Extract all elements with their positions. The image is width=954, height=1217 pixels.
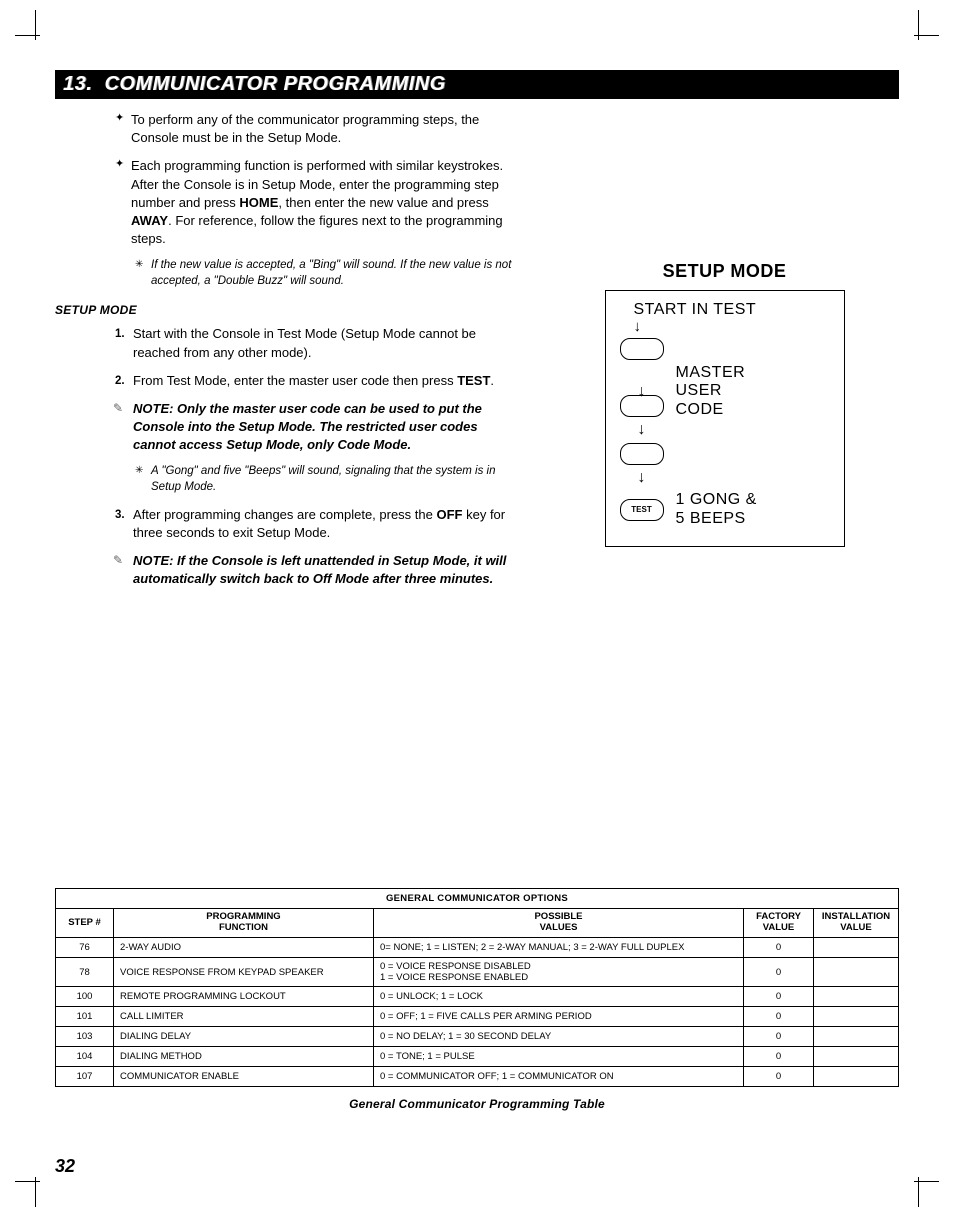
- cell-install: [814, 1007, 899, 1027]
- table-title: GENERAL COMMUNICATOR OPTIONS: [56, 889, 899, 909]
- cell-func: DIALING DELAY: [114, 1027, 374, 1047]
- cell-vals: 0 = VOICE RESPONSE DISABLED 1 = VOICE RE…: [374, 958, 744, 987]
- setup-mode-heading: SETUP MODE: [55, 303, 520, 317]
- setup-step-3: 3.After programming changes are complete…: [115, 506, 520, 542]
- diagram-title: SETUP MODE: [550, 261, 899, 282]
- options-table-wrap: GENERAL COMMUNICATOR OPTIONS STEP # PROG…: [55, 888, 899, 1111]
- down-arrow-icon: ↓: [638, 421, 646, 438]
- setup-step-2: 2.From Test Mode, enter the master user …: [115, 372, 520, 390]
- intro-bullet-2: Each programming function is performed w…: [115, 157, 520, 248]
- cell-factory: 0: [744, 1007, 814, 1027]
- intro-bullet-1: To perform any of the communicator progr…: [115, 111, 520, 147]
- cell-step: 103: [56, 1027, 114, 1047]
- page-number: 32: [55, 1156, 75, 1177]
- cell-vals: 0= NONE; 1 = LISTEN; 2 = 2-WAY MANUAL; 3…: [374, 938, 744, 958]
- table-row: 104DIALING METHOD0 = TONE; 1 = PULSE0: [56, 1047, 899, 1067]
- cell-func: CALL LIMITER: [114, 1007, 374, 1027]
- cell-factory: 0: [744, 1067, 814, 1087]
- cell-step: 101: [56, 1007, 114, 1027]
- table-row: 100REMOTE PROGRAMMING LOCKOUT0 = UNLOCK;…: [56, 987, 899, 1007]
- cell-vals: 0 = COMMUNICATOR OFF; 1 = COMMUNICATOR O…: [374, 1067, 744, 1087]
- cell-factory: 0: [744, 987, 814, 1007]
- cell-vals: 0 = UNLOCK; 1 = LOCK: [374, 987, 744, 1007]
- cell-func: 2-WAY AUDIO: [114, 938, 374, 958]
- cell-factory: 0: [744, 938, 814, 958]
- col-vals: POSSIBLE VALUES: [374, 909, 744, 938]
- diagram-result: 1 GONG & 5 BEEPS: [676, 491, 757, 528]
- section-heading: 13. COMMUNICATOR PROGRAMMING: [55, 70, 899, 99]
- cell-install: [814, 958, 899, 987]
- col-factory: FACTORY VALUE: [744, 909, 814, 938]
- diagram-master-label: MASTER USER CODE: [676, 364, 746, 419]
- blank-key-1: [620, 338, 664, 360]
- section-number: 13.: [63, 73, 92, 95]
- setup-diagram: START IN TEST ↓ ↓ MASTER USER CODE ↓ ↓: [605, 290, 845, 547]
- setup-note-2: NOTE: If the Console is left unattended …: [115, 552, 520, 588]
- cell-install: [814, 987, 899, 1007]
- down-arrow-icon: ↓: [638, 469, 646, 486]
- cell-install: [814, 1047, 899, 1067]
- col-step: STEP #: [56, 909, 114, 938]
- col-install: INSTALLATION VALUE: [814, 909, 899, 938]
- setup-note-1: NOTE: Only the master user code can be u…: [115, 400, 520, 455]
- table-row: 101CALL LIMITER0 = OFF; 1 = FIVE CALLS P…: [56, 1007, 899, 1027]
- options-table: GENERAL COMMUNICATOR OPTIONS STEP # PROG…: [55, 888, 899, 1087]
- setup-step-1: 1.Start with the Console in Test Mode (S…: [115, 325, 520, 361]
- cell-func: DIALING METHOD: [114, 1047, 374, 1067]
- cell-factory: 0: [744, 1047, 814, 1067]
- cell-install: [814, 938, 899, 958]
- cell-factory: 0: [744, 1027, 814, 1047]
- col-func: PROGRAMMING FUNCTION: [114, 909, 374, 938]
- table-caption: General Communicator Programming Table: [55, 1097, 899, 1111]
- cell-step: 100: [56, 987, 114, 1007]
- test-key: TEST: [620, 499, 664, 521]
- setup-subnote: A "Gong" and five "Beeps" will sound, si…: [135, 464, 520, 495]
- cell-func: COMMUNICATOR ENABLE: [114, 1067, 374, 1087]
- cell-step: 107: [56, 1067, 114, 1087]
- left-column: To perform any of the communicator progr…: [55, 111, 520, 598]
- cell-func: VOICE RESPONSE FROM KEYPAD SPEAKER: [114, 958, 374, 987]
- cell-step: 104: [56, 1047, 114, 1067]
- cell-step: 76: [56, 938, 114, 958]
- blank-key-2: [620, 395, 664, 417]
- cell-factory: 0: [744, 958, 814, 987]
- cell-step: 78: [56, 958, 114, 987]
- blank-key-3: [620, 443, 664, 465]
- cell-install: [814, 1067, 899, 1087]
- cell-install: [814, 1027, 899, 1047]
- cell-vals: 0 = TONE; 1 = PULSE: [374, 1047, 744, 1067]
- cell-vals: 0 = NO DELAY; 1 = 30 SECOND DELAY: [374, 1027, 744, 1047]
- cell-vals: 0 = OFF; 1 = FIVE CALLS PER ARMING PERIO…: [374, 1007, 744, 1027]
- down-arrow-icon: ↓: [634, 319, 830, 334]
- intro-subnote: If the new value is accepted, a "Bing" w…: [135, 258, 520, 289]
- section-title: COMMUNICATOR PROGRAMMING: [104, 73, 445, 95]
- cell-func: REMOTE PROGRAMMING LOCKOUT: [114, 987, 374, 1007]
- right-column: SETUP MODE START IN TEST ↓ ↓ MASTER USER…: [550, 111, 899, 598]
- table-row: 762-WAY AUDIO0= NONE; 1 = LISTEN; 2 = 2-…: [56, 938, 899, 958]
- diagram-start: START IN TEST: [634, 301, 830, 319]
- table-row: 107COMMUNICATOR ENABLE0 = COMMUNICATOR O…: [56, 1067, 899, 1087]
- table-row: 103DIALING DELAY0 = NO DELAY; 1 = 30 SEC…: [56, 1027, 899, 1047]
- table-row: 78VOICE RESPONSE FROM KEYPAD SPEAKER0 = …: [56, 958, 899, 987]
